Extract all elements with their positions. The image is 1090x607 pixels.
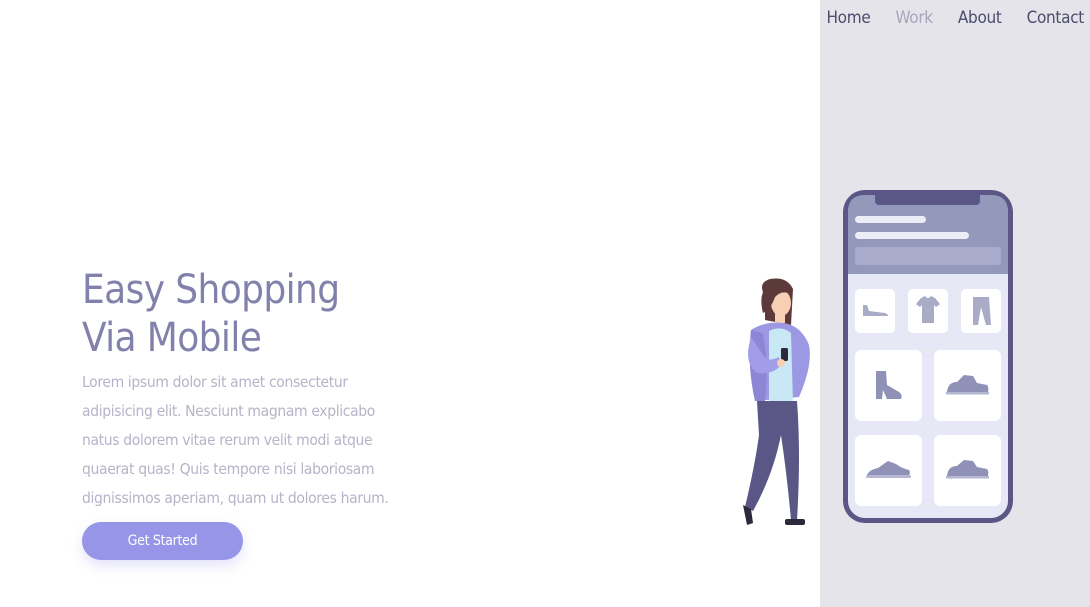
hero-description: Lorem ipsum dolor sit amet consectetur a… — [82, 373, 389, 507]
phone-illustration — [843, 190, 1013, 523]
shopping-illustration — [743, 190, 1013, 525]
boot-icon — [855, 350, 922, 421]
nav-contact[interactable]: Contact — [1027, 8, 1085, 28]
nav-home[interactable]: Home — [826, 8, 870, 28]
nav-work[interactable]: Work — [895, 8, 933, 28]
running-shoe-icon — [855, 435, 922, 506]
get-started-button[interactable]: Get Started — [82, 522, 243, 560]
sneaker-icon — [934, 435, 1001, 506]
woman-figure-illustration — [743, 278, 810, 525]
hero-section: Easy Shopping Via Mobile Lorem ipsum dol… — [82, 266, 412, 513]
nav-about[interactable]: About — [958, 8, 1002, 28]
pants-icon — [961, 289, 1001, 333]
sneaker-icon — [934, 350, 1001, 421]
top-nav: Home Work About Contact — [801, 6, 1084, 30]
shoe-icon — [855, 289, 895, 333]
hero-title-line-2: Via Mobile — [82, 315, 262, 361]
hero-title-line-1: Easy Shopping — [82, 267, 340, 313]
hero-title: Easy Shopping Via Mobile — [82, 266, 412, 362]
tshirt-icon — [908, 289, 948, 333]
